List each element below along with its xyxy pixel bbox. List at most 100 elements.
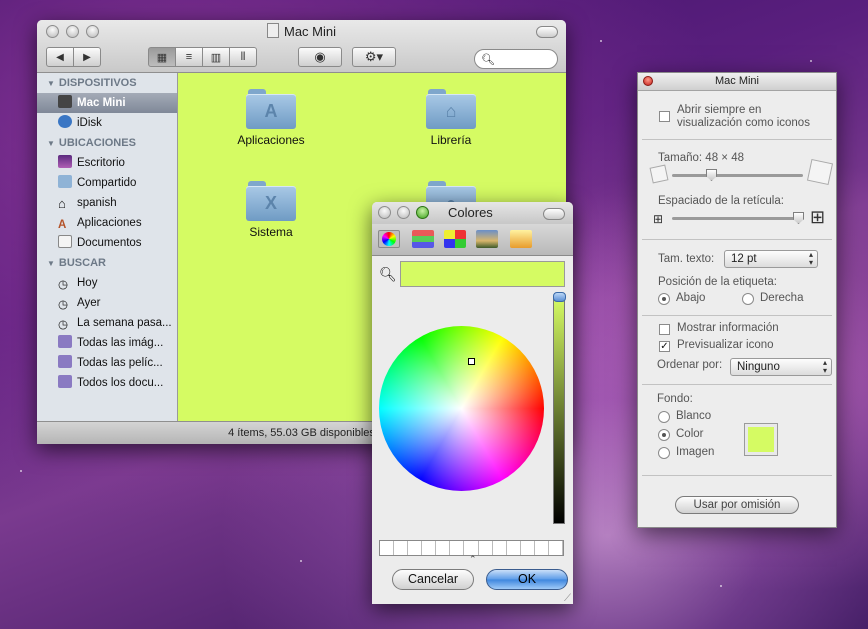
sidebar-heading-label: UBICACIONES xyxy=(58,137,136,149)
eye-icon: ◉ xyxy=(314,49,326,64)
bg-image-label: Imagen xyxy=(676,446,715,458)
position-bottom-radio[interactable] xyxy=(658,293,670,305)
drive-icon xyxy=(266,23,279,38)
column-view-button[interactable]: ▥ xyxy=(202,47,230,67)
color-well[interactable] xyxy=(464,541,479,555)
sidebar-item-spanish[interactable]: ⌂ spanish xyxy=(37,193,177,213)
sidebar-item-aplicaciones[interactable]: A Aplicaciones xyxy=(37,213,177,233)
color-well[interactable] xyxy=(535,541,549,555)
bg-image-radio[interactable] xyxy=(658,447,670,459)
color-well[interactable] xyxy=(549,541,564,555)
always-open-checkbox[interactable] xyxy=(659,111,670,122)
sidebar-item-escritorio[interactable]: Escritorio xyxy=(37,153,177,173)
grid-spacing-slider-track[interactable] xyxy=(672,217,803,220)
color-well[interactable] xyxy=(521,541,535,555)
toolbar-toggle-button[interactable] xyxy=(543,208,565,220)
background-label: Fondo: xyxy=(657,393,693,405)
small-icon-size-icon xyxy=(649,164,669,184)
color-well[interactable] xyxy=(450,541,465,555)
color-sliders-tab[interactable] xyxy=(412,230,434,248)
action-menu-button[interactable]: ⚙▾ xyxy=(352,47,396,67)
zoom-button[interactable] xyxy=(416,206,429,219)
quicklook-button[interactable]: ◉ xyxy=(298,47,342,67)
show-info-checkbox[interactable] xyxy=(659,324,670,335)
color-well[interactable] xyxy=(380,541,395,555)
finder-sidebar: ▼ DISPOSITIVOS Mac Mini iDisk ▼ UBICACIONE… xyxy=(37,73,178,422)
sidebar-heading[interactable]: ▼ DISPOSITIVOS xyxy=(37,73,177,93)
sidebar-item-idisk[interactable]: iDisk xyxy=(37,113,177,133)
popup-arrows-icon: ▴ ▾ xyxy=(822,358,827,375)
text-size-value: 12 pt xyxy=(731,253,757,265)
sidebar-item-mac-mini[interactable]: Mac Mini xyxy=(37,93,177,113)
color-picker-cursor[interactable] xyxy=(468,358,475,365)
current-color-swatch[interactable] xyxy=(400,261,565,287)
color-wheel-tab[interactable] xyxy=(378,230,400,248)
sidebar-heading[interactable]: ▼ BUSCAR xyxy=(37,253,177,273)
coverflow-view-button[interactable]: ⦀ xyxy=(229,47,257,67)
divider xyxy=(642,384,832,385)
computer-icon xyxy=(58,95,72,108)
panel-title: Colores xyxy=(448,205,493,220)
cancel-button[interactable]: Cancelar xyxy=(392,569,474,590)
resize-grip-icon[interactable]: ⟋ xyxy=(564,593,571,604)
position-right-radio[interactable] xyxy=(742,293,754,305)
text-size-popup[interactable]: 12 pt ▴ ▾ xyxy=(724,250,818,268)
icon-view-button[interactable]: ▦ xyxy=(148,47,176,67)
divider xyxy=(642,239,832,240)
sidebar-heading[interactable]: ▼ UBICACIONES xyxy=(37,133,177,153)
color-well[interactable] xyxy=(479,541,493,555)
magnifier-icon[interactable]: 🔍︎ xyxy=(379,266,397,283)
image-palettes-tab[interactable] xyxy=(476,230,498,248)
forward-button[interactable]: ▶ xyxy=(73,47,101,67)
sidebar-item-documentos[interactable]: Documentos xyxy=(37,233,177,253)
icon-size-slider-knob[interactable] xyxy=(706,169,717,181)
sidebar-item-peliculas[interactable]: Todas las pelíc... xyxy=(37,353,177,373)
color-wheel[interactable] xyxy=(379,326,544,491)
idisk-icon xyxy=(58,115,72,128)
folder-aplicaciones[interactable]: A Aplicaciones xyxy=(211,89,331,147)
search-field[interactable]: 🔍︎ xyxy=(474,49,558,69)
list-view-button[interactable]: ≡ xyxy=(175,47,203,67)
sidebar-item-label: Hoy xyxy=(77,277,98,289)
preview-icon-checkbox[interactable]: ✓ xyxy=(659,341,670,352)
crayons-tab[interactable] xyxy=(510,230,532,248)
back-button[interactable]: ◀ xyxy=(46,47,74,67)
brightness-slider-knob[interactable] xyxy=(553,292,566,302)
color-palettes-tab[interactable] xyxy=(444,230,466,248)
inspector-titlebar: Mac Mini xyxy=(638,73,836,91)
bg-color-radio[interactable] xyxy=(658,429,670,441)
brightness-slider[interactable] xyxy=(553,296,565,524)
icon-size-slider-track[interactable] xyxy=(672,174,803,177)
close-button[interactable] xyxy=(643,76,653,86)
color-well[interactable] xyxy=(436,541,451,555)
color-well[interactable] xyxy=(422,541,437,555)
folder-sistema[interactable]: X Sistema xyxy=(211,181,331,239)
view-options-panel: Mac Mini Abrir siempre en visualización … xyxy=(637,72,837,528)
color-well[interactable] xyxy=(507,541,521,555)
color-well[interactable] xyxy=(408,541,423,555)
window-controls xyxy=(378,206,429,219)
wells-resize-handle[interactable]: ⌃ xyxy=(469,554,477,565)
folder-libreria[interactable]: ⌂ Librería xyxy=(391,89,511,147)
grid-spacing-slider-knob[interactable] xyxy=(793,212,804,224)
sidebar-item-semana-pasada[interactable]: ◷ La semana pasa... xyxy=(37,313,177,333)
color-well[interactable] xyxy=(394,541,409,555)
background-color-well[interactable] xyxy=(744,423,778,456)
use-default-button[interactable]: Usar por omisión xyxy=(675,496,799,514)
sort-by-popup[interactable]: Ninguno ▴ ▾ xyxy=(730,358,832,376)
sidebar-item-documentos-busqueda[interactable]: Todos los docu... xyxy=(37,373,177,393)
close-button[interactable] xyxy=(378,206,391,219)
folder-label: Aplicaciones xyxy=(237,133,305,147)
show-info-label: Mostrar información xyxy=(677,322,779,334)
window-title-wrap: Mac Mini xyxy=(37,23,566,39)
sidebar-item-compartido[interactable]: Compartido xyxy=(37,173,177,193)
sidebar-item-ayer[interactable]: ◷ Ayer xyxy=(37,293,177,313)
color-well[interactable] xyxy=(493,541,507,555)
bg-white-radio[interactable] xyxy=(658,411,670,423)
toolbar-toggle-button[interactable] xyxy=(536,26,558,38)
label-position-label: Posición de la etiqueta: xyxy=(658,276,777,288)
minimize-button[interactable] xyxy=(397,206,410,219)
sidebar-item-imagenes[interactable]: Todas las imág... xyxy=(37,333,177,353)
ok-button[interactable]: OK xyxy=(486,569,568,590)
sidebar-item-hoy[interactable]: ◷ Hoy xyxy=(37,273,177,293)
